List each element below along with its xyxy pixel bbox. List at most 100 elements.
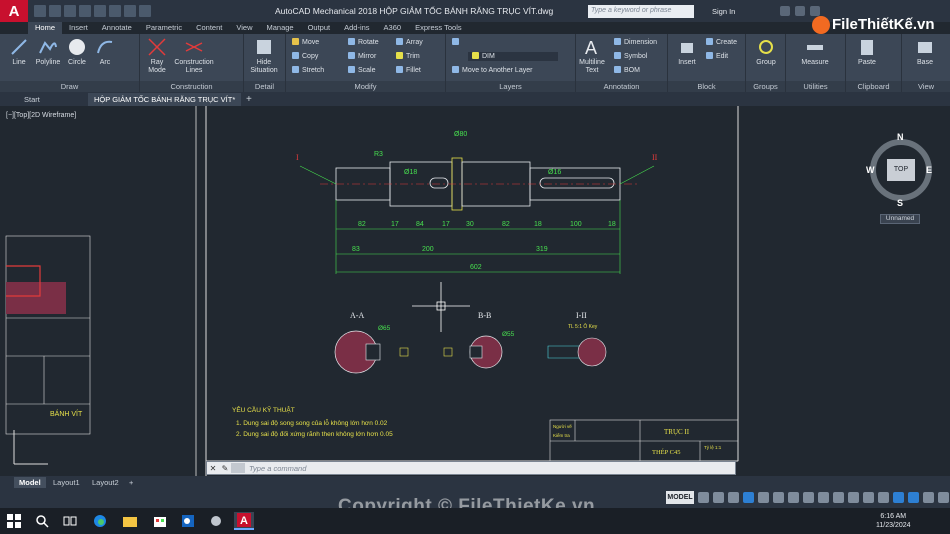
panel-block-title[interactable]: Block bbox=[668, 81, 745, 92]
hardware-acceleration-icon[interactable] bbox=[908, 492, 919, 503]
tab-home[interactable]: Home bbox=[28, 22, 63, 34]
line-button[interactable]: Line bbox=[4, 37, 34, 67]
hide-situation-button[interactable]: Hide Situation bbox=[249, 37, 279, 75]
tab-parametric[interactable]: Parametric bbox=[139, 22, 189, 34]
snap-icon[interactable] bbox=[713, 492, 724, 503]
create-block-button[interactable]: Create bbox=[706, 38, 737, 47]
panel-clipboard-title[interactable]: Clipboard bbox=[846, 81, 901, 92]
tab-drawing[interactable]: HỘP GIẢM TỐC BÁNH RĂNG TRỤC VÍT* bbox=[88, 93, 242, 106]
rotate-button[interactable]: Rotate bbox=[348, 38, 379, 47]
edit-block-button[interactable]: Edit bbox=[706, 52, 728, 61]
new-tab-button[interactable]: + bbox=[240, 93, 258, 106]
tab-manage[interactable]: Manage bbox=[259, 22, 300, 34]
mirror-button[interactable]: Mirror bbox=[348, 52, 376, 61]
compass-west[interactable]: W bbox=[866, 165, 875, 175]
search-icon[interactable] bbox=[32, 512, 52, 530]
panel-construction-title[interactable]: Construction bbox=[140, 81, 243, 92]
panel-view-title[interactable]: View bbox=[902, 81, 950, 92]
app-gear-icon[interactable] bbox=[206, 512, 226, 530]
isolate-objects-icon[interactable] bbox=[893, 492, 904, 503]
system-clock[interactable]: 6:16 AM 11/23/2024 bbox=[876, 512, 911, 530]
measure-button[interactable]: Measure bbox=[800, 37, 830, 67]
panel-layers-title[interactable]: Layers bbox=[446, 81, 575, 92]
add-layout-button[interactable]: + bbox=[124, 477, 138, 488]
layer-dropdown[interactable]: DIM bbox=[468, 52, 558, 61]
ucs-menu[interactable]: Unnamed bbox=[880, 214, 920, 224]
array-button[interactable]: Array bbox=[396, 38, 423, 47]
autocad-taskbar-icon[interactable]: A bbox=[234, 512, 254, 530]
panel-utilities-title[interactable]: Utilities bbox=[786, 81, 845, 92]
tab-model[interactable]: Model bbox=[14, 477, 46, 488]
layer-properties-button[interactable] bbox=[452, 38, 462, 47]
otrack-icon[interactable] bbox=[773, 492, 784, 503]
lineweight-icon[interactable] bbox=[788, 492, 799, 503]
viewcube[interactable]: N S E W TOP Unnamed bbox=[866, 132, 936, 224]
viewport-controls-label[interactable]: [−][Top][2D Wireframe] bbox=[6, 112, 76, 119]
osnap-icon[interactable] bbox=[758, 492, 769, 503]
tab-express-tools[interactable]: Express Tools bbox=[408, 22, 469, 34]
command-input[interactable]: Type a command bbox=[249, 464, 306, 473]
store-icon[interactable] bbox=[150, 512, 170, 530]
fillet-button[interactable]: Fillet bbox=[396, 66, 421, 75]
tab-a360[interactable]: A360 bbox=[377, 22, 409, 34]
clean-screen-icon[interactable] bbox=[923, 492, 934, 503]
annotation-scale-icon[interactable] bbox=[833, 492, 844, 503]
group-button[interactable]: Group bbox=[751, 37, 781, 67]
panel-modify-title[interactable]: Modify bbox=[286, 81, 445, 92]
transparency-icon[interactable] bbox=[803, 492, 814, 503]
open-icon[interactable] bbox=[49, 5, 61, 17]
compass-north[interactable]: N bbox=[897, 132, 904, 142]
windows-start-icon[interactable] bbox=[4, 512, 24, 530]
selection-cycling-icon[interactable] bbox=[818, 492, 829, 503]
ortho-icon[interactable] bbox=[728, 492, 739, 503]
search-input[interactable]: Type a keyword or phrase bbox=[588, 5, 694, 18]
move-button[interactable]: Move bbox=[292, 38, 319, 47]
panel-detail-title[interactable]: Detail bbox=[244, 81, 285, 92]
model-space-toggle[interactable]: MODEL bbox=[666, 491, 694, 504]
bom-button[interactable]: BOM bbox=[614, 66, 640, 75]
viewcube-top-face[interactable]: TOP bbox=[887, 159, 915, 181]
customization-icon[interactable] bbox=[938, 492, 949, 503]
application-menu-button[interactable]: A bbox=[0, 0, 28, 22]
save-icon[interactable] bbox=[64, 5, 76, 17]
wrench-icon[interactable]: ✎ bbox=[219, 464, 231, 473]
ray-mode-button[interactable]: Ray Mode bbox=[142, 37, 172, 75]
move-to-layer-button[interactable]: Move to Another Layer bbox=[452, 66, 532, 75]
arc-button[interactable]: Arc bbox=[90, 37, 120, 67]
task-view-icon[interactable] bbox=[60, 512, 80, 530]
construction-lines-button[interactable]: Construction Lines bbox=[174, 37, 214, 75]
save-as-icon[interactable] bbox=[79, 5, 91, 17]
tab-layout1[interactable]: Layout1 bbox=[48, 477, 85, 488]
base-button[interactable]: Base bbox=[910, 37, 940, 67]
new-icon[interactable] bbox=[34, 5, 46, 17]
drawing-canvas[interactable]: Ø80 R3 Ø18 Ø16 82 17 84 17 30 82 18 100 … bbox=[0, 106, 950, 476]
redo-icon[interactable] bbox=[124, 5, 136, 17]
tab-annotate[interactable]: Annotate bbox=[95, 22, 139, 34]
dimension-button[interactable]: Dimension bbox=[614, 38, 657, 47]
trim-button[interactable]: Trim bbox=[396, 52, 420, 61]
workspace-gear-icon[interactable] bbox=[848, 492, 859, 503]
tab-layout2[interactable]: Layout2 bbox=[87, 477, 124, 488]
paste-button[interactable]: Paste bbox=[852, 37, 882, 67]
panel-draw-title[interactable]: Draw bbox=[0, 81, 139, 92]
close-icon[interactable]: ✕ bbox=[207, 464, 219, 473]
edge-browser-icon[interactable] bbox=[90, 512, 110, 530]
insert-button[interactable]: Insert bbox=[672, 37, 702, 67]
stretch-button[interactable]: Stretch bbox=[292, 66, 324, 75]
tab-output[interactable]: Output bbox=[301, 22, 338, 34]
tab-view[interactable]: View bbox=[229, 22, 259, 34]
panel-annotation-title[interactable]: Annotation bbox=[576, 81, 667, 92]
circle-button[interactable]: Circle bbox=[62, 37, 92, 67]
drawing-viewport[interactable]: Ø80 R3 Ø18 Ø16 82 17 84 17 30 82 18 100 … bbox=[0, 106, 950, 476]
units-icon[interactable] bbox=[878, 492, 889, 503]
sign-in-link[interactable]: Sign In bbox=[712, 7, 735, 16]
tab-insert[interactable]: Insert bbox=[62, 22, 95, 34]
plot-icon[interactable] bbox=[94, 5, 106, 17]
tab-content[interactable]: Content bbox=[189, 22, 229, 34]
cart-icon[interactable] bbox=[780, 6, 790, 16]
compass-south[interactable]: S bbox=[897, 198, 903, 208]
share-icon[interactable] bbox=[139, 5, 151, 17]
multiline-text-button[interactable]: A Multiline Text bbox=[577, 37, 607, 75]
copy-button[interactable]: Copy bbox=[292, 52, 318, 61]
polar-icon[interactable] bbox=[743, 492, 754, 503]
